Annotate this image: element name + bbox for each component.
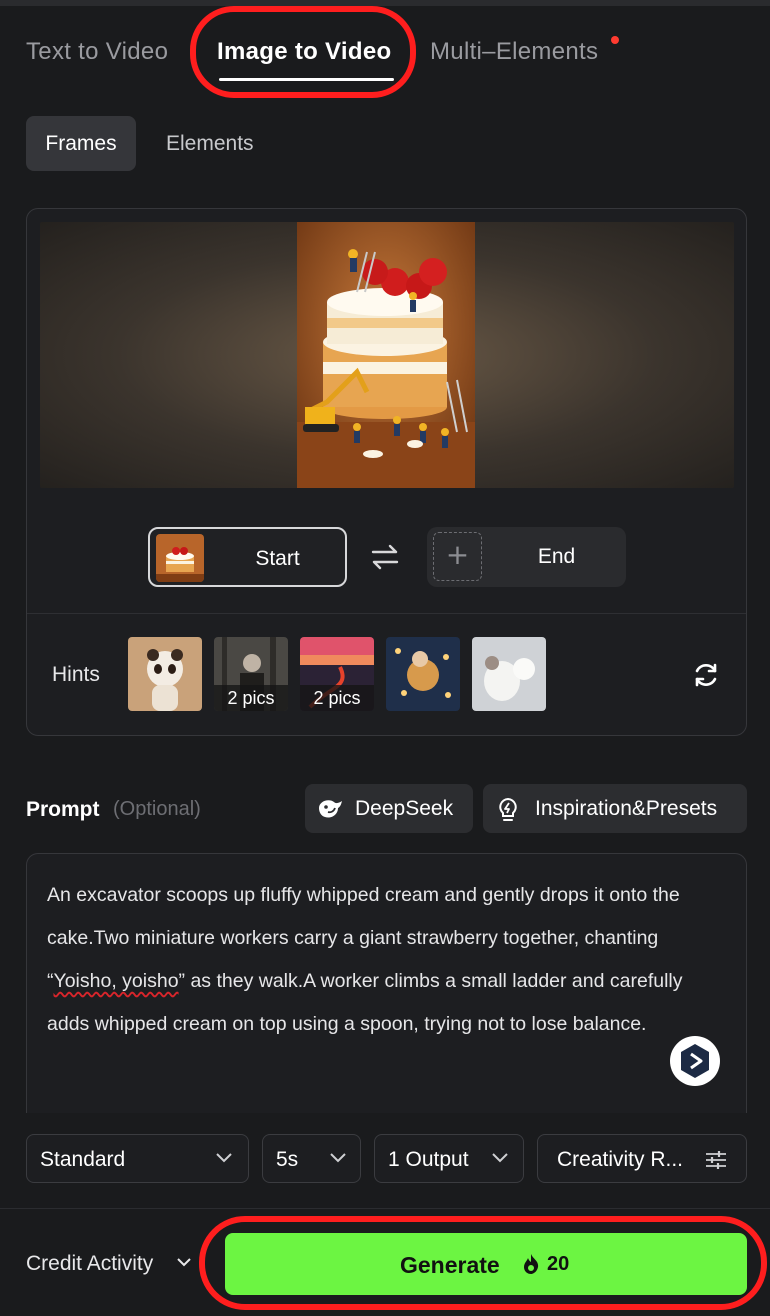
creativity-select[interactable]: Creativity R...: [537, 1134, 747, 1183]
lightbulb-icon: [499, 797, 517, 821]
deepseek-whale-icon: [319, 800, 342, 818]
hint-white-cat[interactable]: [472, 637, 546, 711]
tab-multi-elements[interactable]: Multi–Elements: [430, 38, 598, 66]
mode-select[interactable]: Standard: [26, 1134, 249, 1183]
refresh-icon[interactable]: [692, 661, 720, 689]
frames-row: Start + End: [27, 527, 746, 589]
end-frame-label: End: [537, 545, 576, 568]
prompt-label: Prompt: [26, 798, 100, 821]
bottom-divider: [0, 1208, 770, 1209]
mode-tabs: Text to Video Image to Video Multi–Eleme…: [26, 30, 750, 81]
flame-credit-icon: [524, 1254, 539, 1274]
active-tab-indicator: [219, 78, 394, 81]
creativity-select-value: Creativity R...: [557, 1148, 684, 1171]
cake-preview-image: [297, 222, 475, 488]
image-preview: [40, 222, 734, 488]
swap-icon[interactable]: [370, 543, 400, 571]
hint-panda[interactable]: [128, 637, 202, 711]
generate-button[interactable]: Generate 20: [225, 1233, 747, 1295]
chevron-down-icon: [330, 1153, 346, 1163]
end-frame-button[interactable]: + End: [427, 527, 626, 587]
hint-sunset-road[interactable]: 2 pics: [300, 637, 374, 711]
chevron-down-icon: [216, 1153, 232, 1163]
chevron-down-icon: [492, 1153, 508, 1163]
deepseek-button[interactable]: DeepSeek: [305, 784, 473, 833]
hint-badge: 2 pics: [214, 685, 288, 711]
prompt-text: An excavator scoops up fluffy whipped cr…: [47, 874, 727, 1046]
deepseek-label: DeepSeek: [355, 797, 454, 820]
hint-forest[interactable]: 2 pics: [214, 637, 288, 711]
outputs-select[interactable]: 1 Output: [374, 1134, 524, 1183]
generate-label: Generate: [400, 1252, 500, 1278]
hint-badge: 2 pics: [300, 685, 374, 711]
mode-select-value: Standard: [40, 1148, 126, 1171]
duration-select-value: 5s: [276, 1148, 299, 1171]
prompt-optional-label: (Optional): [113, 798, 201, 820]
spellcheck-underlined-text: Yoisho, yoisho: [53, 970, 179, 992]
top-border: [0, 0, 770, 6]
prompt-textarea[interactable]: An excavator scoops up fluffy whipped cr…: [26, 853, 747, 1113]
start-frame-button[interactable]: Start: [148, 527, 347, 587]
hints-label: Hints: [52, 663, 100, 686]
credit-activity-dropdown[interactable]: Credit Activity: [26, 1252, 153, 1276]
panel-divider: [27, 613, 746, 614]
subtab-elements[interactable]: Elements: [148, 116, 272, 171]
start-frame-thumbnail: [156, 534, 204, 582]
notification-dot: [611, 36, 619, 44]
frames-panel: Start + End Hints 2 pics 2 pics: [26, 208, 747, 736]
tab-text-to-video[interactable]: Text to Video: [26, 38, 168, 66]
tab-image-to-video[interactable]: Image to Video: [217, 38, 391, 66]
subtab-frames[interactable]: Frames: [26, 116, 136, 171]
add-end-frame-icon: +: [433, 532, 482, 581]
ai-assistant-button[interactable]: [670, 1036, 720, 1086]
start-frame-label: Start: [255, 547, 300, 570]
inspiration-presets-button[interactable]: Inspiration&Presets: [483, 784, 747, 833]
sliders-icon: [706, 1151, 726, 1169]
duration-select[interactable]: 5s: [262, 1134, 361, 1183]
hint-lights[interactable]: [386, 637, 460, 711]
outputs-select-value: 1 Output: [388, 1148, 469, 1171]
chevron-down-icon: [177, 1258, 191, 1267]
inspiration-presets-label: Inspiration&Presets: [535, 797, 718, 820]
generate-cost: 20: [547, 1253, 570, 1275]
ai-assistant-icon: [681, 1044, 709, 1078]
